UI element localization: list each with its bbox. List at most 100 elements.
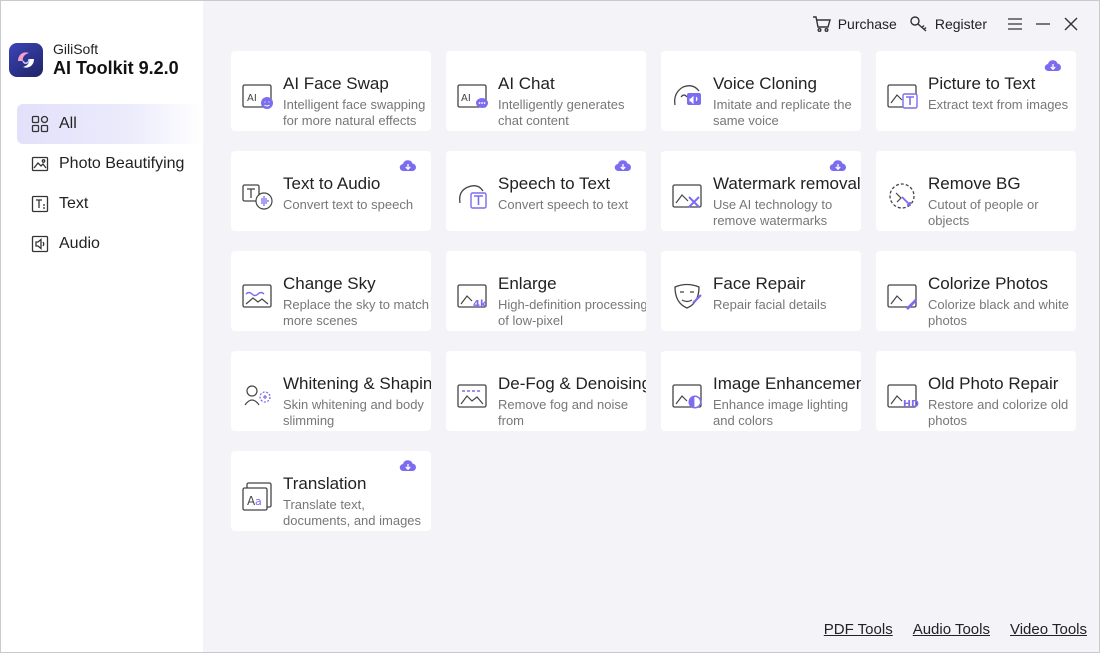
tool-card-speech-to-text[interactable]: Speech to Text Convert speech to text bbox=[446, 151, 646, 231]
minimize-icon bbox=[1036, 23, 1050, 25]
sidebar: GiliSoft AI Toolkit 9.2.0 All Photo Beau… bbox=[1, 1, 203, 652]
nav-item-photo-beautifying[interactable]: Photo Beautifying bbox=[17, 144, 203, 184]
purchase-button[interactable]: Purchase bbox=[812, 15, 897, 33]
tool-card-enlarge-4k[interactable]: 4k Enlarge High-definition processing of l… bbox=[446, 251, 646, 331]
tool-card-text-to-audio[interactable]: Text to Audio Convert text to speech bbox=[231, 151, 431, 231]
close-button[interactable] bbox=[1057, 10, 1085, 38]
tool-title: Picture to Text bbox=[928, 74, 1036, 93]
speech-to-text-icon bbox=[459, 185, 487, 209]
product-name: AI Toolkit 9.2.0 bbox=[53, 58, 179, 78]
watermark-removal-icon bbox=[672, 184, 702, 208]
register-button[interactable]: Register bbox=[909, 15, 987, 33]
tool-title: Voice Cloning bbox=[713, 74, 817, 93]
tool-card-old-photo-repair[interactable]: HD Old Photo Repair Restore and colorize o… bbox=[876, 351, 1076, 431]
app-logo-icon bbox=[9, 43, 43, 77]
nav-label: All bbox=[59, 115, 77, 132]
minimize-button[interactable] bbox=[1029, 10, 1057, 38]
voice-cloning-icon bbox=[674, 85, 701, 106]
remove-bg-icon bbox=[889, 183, 915, 209]
tool-title: Translation bbox=[283, 474, 367, 493]
defog-denoising-icon bbox=[457, 384, 487, 408]
nav-item-audio[interactable]: Audio bbox=[17, 224, 203, 264]
video-tools-link[interactable]: Video Tools bbox=[1010, 621, 1087, 638]
tool-card-ai-face-swap[interactable]: AI AI Face Swap Intelligent face swapping … bbox=[231, 51, 431, 131]
tool-description: Intelligently generates chat content bbox=[498, 97, 625, 128]
tool-card-image-enhancement[interactable]: Image Enhancement Enhance image lighting … bbox=[661, 351, 861, 431]
old-photo-repair-icon: HD bbox=[887, 384, 919, 410]
tool-description: Translate text, documents, and images bbox=[283, 497, 422, 528]
tool-card-watermark-removal[interactable]: Watermark removal Use AI technology to re… bbox=[661, 151, 861, 231]
key-icon bbox=[910, 16, 927, 32]
tool-card-translation[interactable]: Aa Translation Translate text, documents, … bbox=[231, 451, 431, 531]
tool-title: Old Photo Repair bbox=[928, 374, 1059, 393]
tool-title: AI Face Swap bbox=[283, 74, 389, 93]
category-nav: All Photo Beautifying Text Audio bbox=[17, 104, 203, 264]
tool-description: Remove fog and noise from bbox=[498, 397, 629, 428]
tool-card-picture-to-text[interactable]: Picture to Text Extract text from images bbox=[876, 51, 1076, 131]
purchase-label: Purchase bbox=[837, 16, 897, 32]
image-enhancement-icon bbox=[672, 384, 702, 409]
tool-description: Repair facial details bbox=[713, 297, 827, 312]
tool-title: Whitening & Shaping bbox=[283, 374, 431, 393]
tool-card-face-repair[interactable]: Face Repair Repair facial details bbox=[661, 251, 861, 331]
tool-description: Intelligent face swapping for more natur… bbox=[283, 97, 426, 128]
download-badge[interactable] bbox=[399, 159, 417, 178]
tool-card-change-sky[interactable]: Change Sky Replace the sky to match more … bbox=[231, 251, 431, 331]
nav-item-all[interactable]: All bbox=[17, 104, 203, 144]
nav-label: Photo Beautifying bbox=[59, 155, 185, 172]
tool-title: AI Chat bbox=[498, 74, 555, 93]
ai-face-swap-icon: AI bbox=[242, 84, 273, 109]
tool-description: Use AI technology to remove watermarks bbox=[713, 197, 833, 228]
download-badge[interactable] bbox=[829, 159, 847, 178]
enlarge-4k-icon: 4k bbox=[457, 284, 487, 310]
tool-card-remove-bg[interactable]: Remove BG Cutout of people or objects bbox=[876, 151, 1076, 231]
brand: GiliSoft AI Toolkit 9.2.0 bbox=[9, 41, 179, 79]
ai-chat-icon: AI bbox=[457, 84, 488, 108]
tool-description: High-definition processing of low-pixel bbox=[498, 297, 646, 328]
tool-description: Imitate and replicate the same voice bbox=[713, 97, 852, 128]
close-icon bbox=[1064, 17, 1078, 31]
svg-text:AI: AI bbox=[461, 93, 471, 104]
tool-card-whitening-shaping[interactable]: Whitening & Shaping Skin whitening and bo… bbox=[231, 351, 431, 431]
nav-item-text[interactable]: Text bbox=[17, 184, 203, 224]
tool-description: Skin whitening and body slimming bbox=[283, 397, 424, 428]
app-window: GiliSoft AI Toolkit 9.2.0 All Photo Beau… bbox=[0, 0, 1100, 653]
tool-description: Extract text from images bbox=[928, 97, 1069, 112]
text-icon bbox=[31, 195, 49, 213]
tool-description: Cutout of people or objects bbox=[928, 197, 1039, 228]
grid-icon bbox=[31, 115, 49, 133]
tool-description: Convert speech to text bbox=[498, 197, 629, 212]
tool-description: Restore and colorize old photos bbox=[928, 397, 1069, 428]
menu-button[interactable] bbox=[1001, 10, 1029, 38]
footer-links: PDF Tools Audio Tools Video Tools bbox=[804, 621, 1087, 638]
text-to-audio-icon bbox=[242, 184, 273, 210]
tool-card-defog-denoising[interactable]: De-Fog & Denoising Remove fog and noise f… bbox=[446, 351, 646, 431]
tool-title: Colorize Photos bbox=[928, 274, 1049, 293]
tool-title: De-Fog & Denoising bbox=[498, 374, 646, 393]
download-badge[interactable] bbox=[399, 459, 417, 478]
cloud-download-icon bbox=[829, 160, 846, 172]
tool-description: Convert text to speech bbox=[283, 197, 414, 212]
audio-tools-link[interactable]: Audio Tools bbox=[913, 621, 990, 638]
picture-to-text-icon bbox=[887, 84, 918, 109]
tool-title: Text to Audio bbox=[283, 174, 381, 193]
tool-title: Image Enhancement bbox=[713, 374, 861, 393]
tool-card-ai-chat[interactable]: AI AI Chat Intelligently generates chat co… bbox=[446, 51, 646, 131]
svg-text:4k: 4k bbox=[473, 299, 487, 310]
audio-icon bbox=[31, 235, 49, 253]
tool-card-voice-cloning[interactable]: Voice Cloning Imitate and replicate the s… bbox=[661, 51, 861, 131]
tool-title: Enlarge bbox=[498, 274, 557, 293]
whitening-shaping-icon bbox=[244, 385, 271, 406]
tool-card-colorize-photos[interactable]: Colorize Photos Colorize black and white … bbox=[876, 251, 1076, 331]
change-sky-icon bbox=[242, 284, 272, 308]
download-badge[interactable] bbox=[614, 159, 632, 178]
pdf-tools-link[interactable]: PDF Tools bbox=[824, 621, 893, 638]
translation-icon: Aa bbox=[242, 482, 272, 511]
photo-icon bbox=[31, 156, 49, 172]
face-repair-icon bbox=[674, 283, 702, 309]
tool-title: Face Repair bbox=[713, 274, 806, 293]
cloud-download-icon bbox=[614, 160, 631, 172]
tool-description: Replace the sky to match more scenes bbox=[283, 297, 429, 328]
cloud-download-icon bbox=[399, 460, 416, 472]
download-badge[interactable] bbox=[1044, 59, 1062, 78]
